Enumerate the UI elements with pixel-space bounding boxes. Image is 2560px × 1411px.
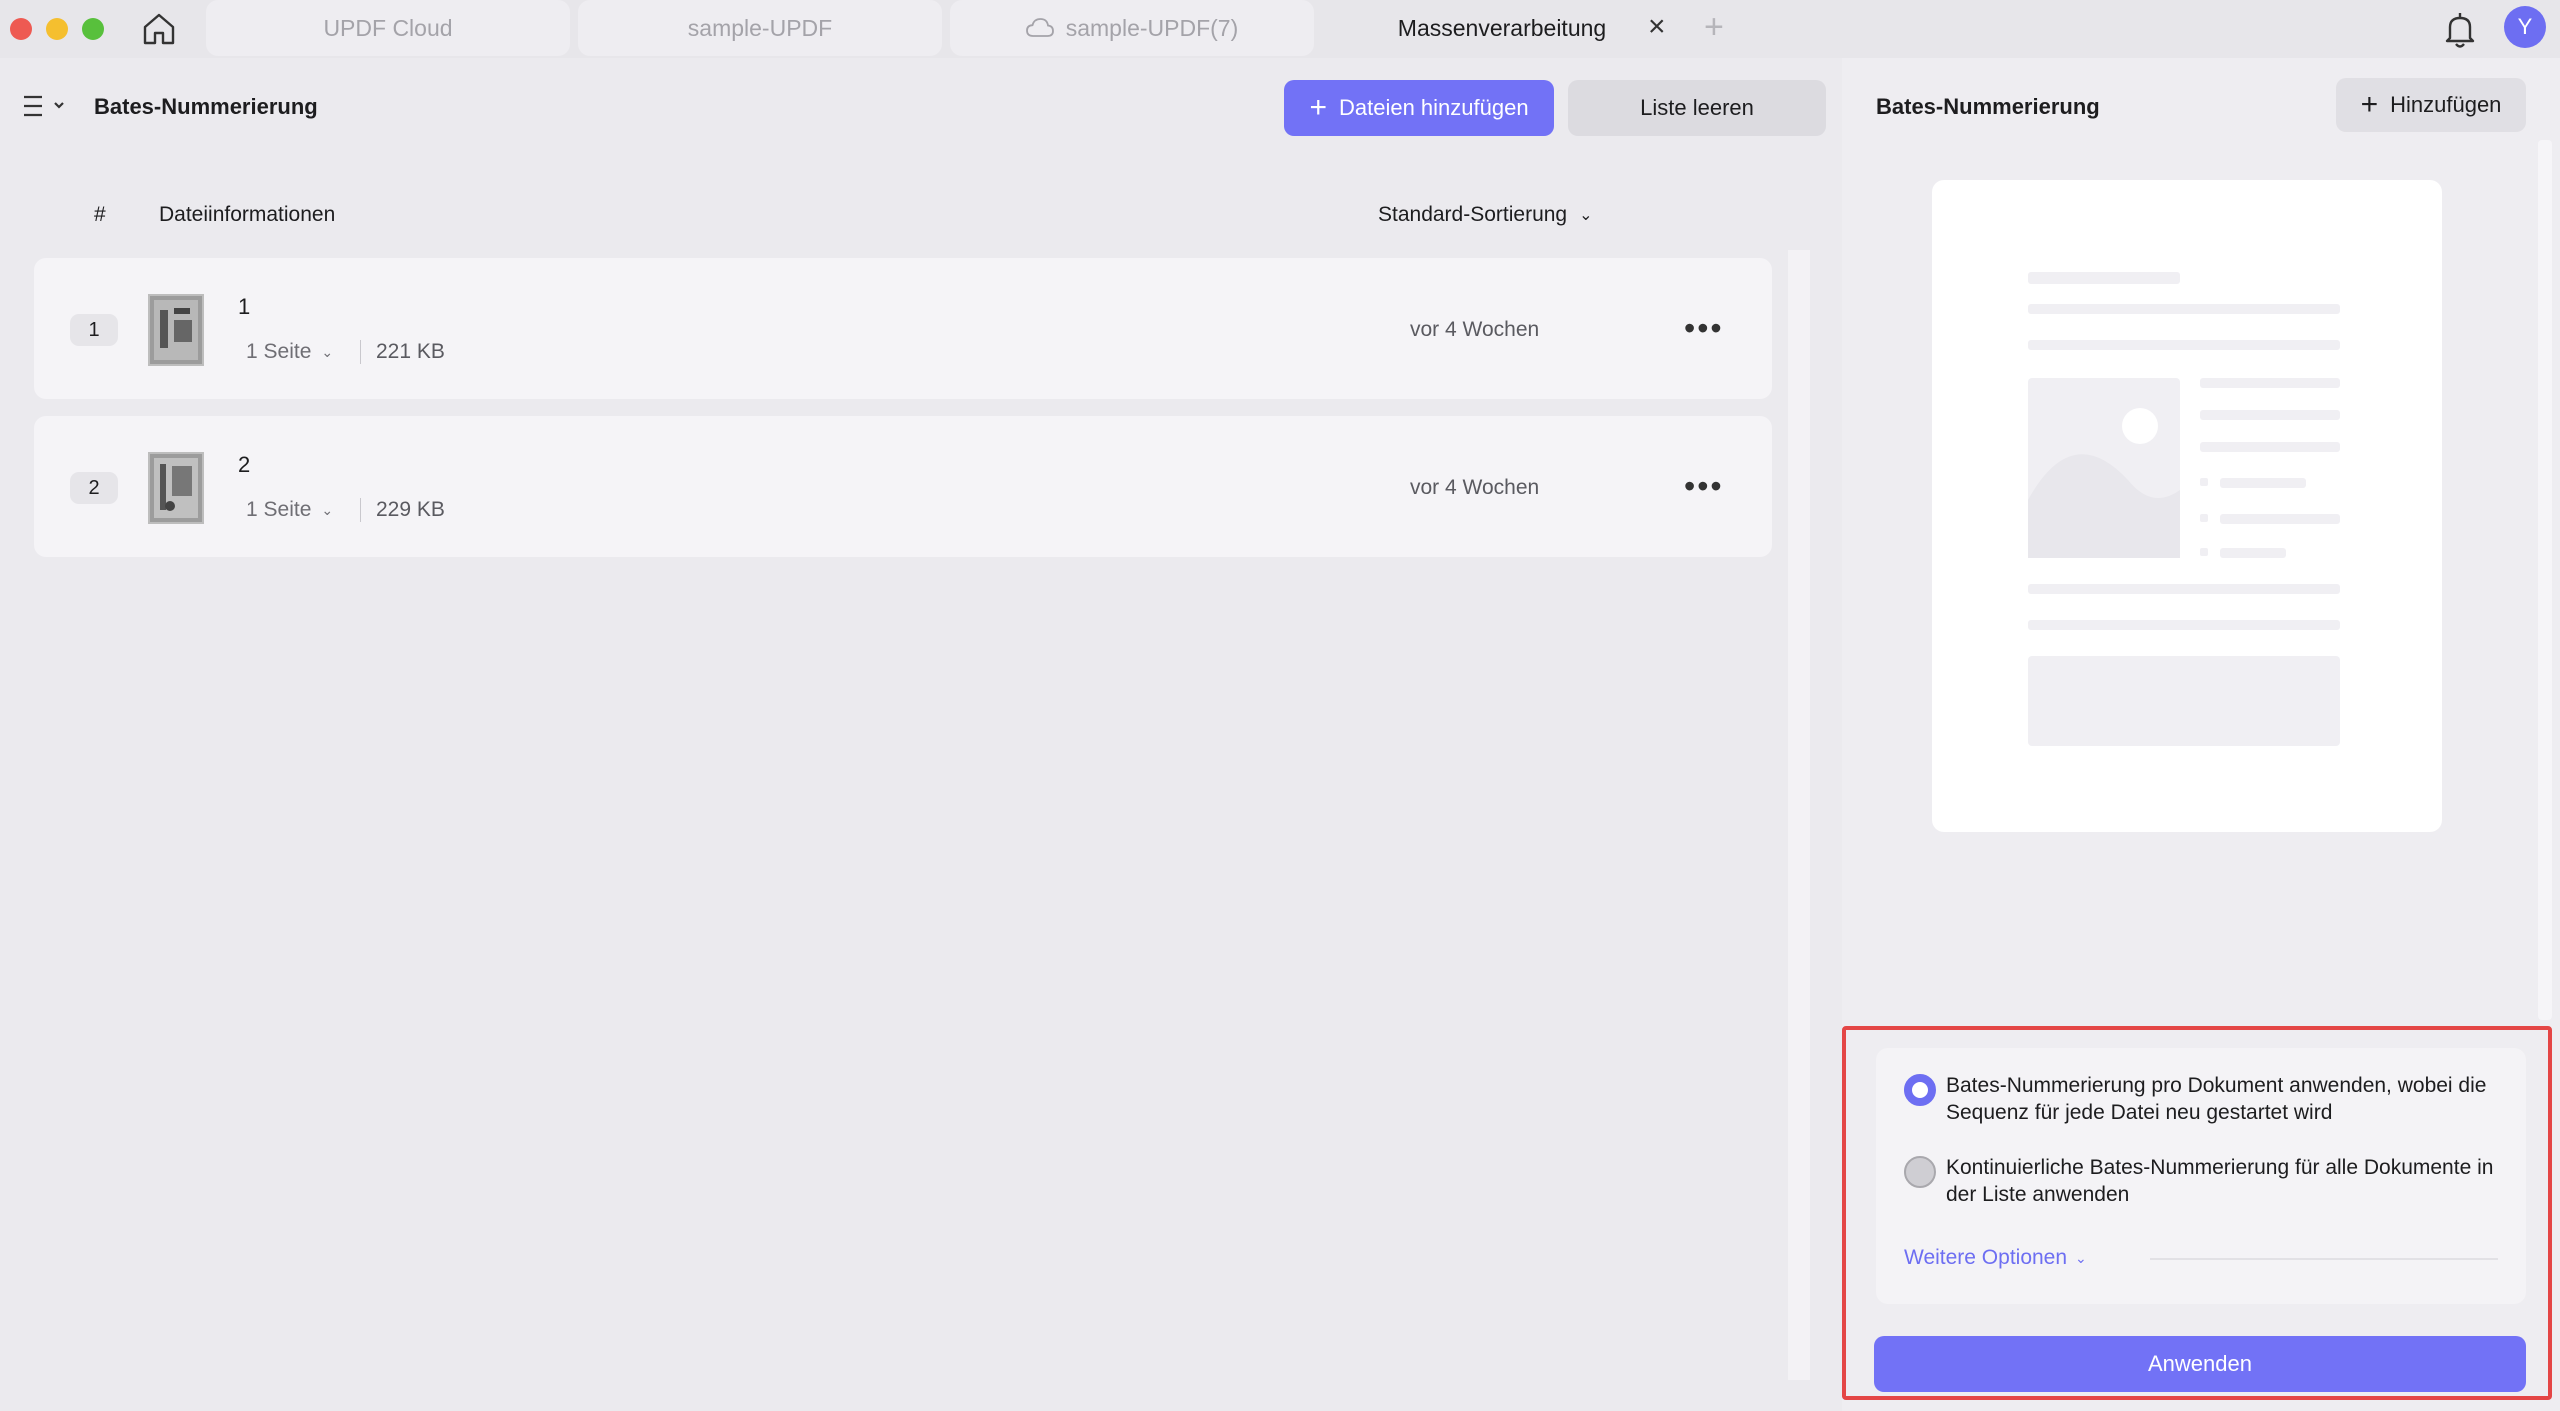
row-index: 1 <box>70 314 118 346</box>
divider <box>360 498 361 522</box>
column-header-file-info: Dateiinformationen <box>159 203 336 226</box>
menu-icon[interactable] <box>22 92 70 122</box>
file-name: 1 <box>238 294 251 319</box>
row-index: 2 <box>70 472 118 504</box>
page-count: 1 Seite <box>246 340 312 363</box>
page-title: Bates-Nummerierung <box>94 94 318 119</box>
tab-label: UPDF Cloud <box>323 14 453 41</box>
plus-icon: + <box>2360 88 2379 121</box>
clear-list-label: Liste leeren <box>1640 95 1754 120</box>
file-row[interactable]: 2 2 1 Seite ⌄ 229 KB vor 4 Wochen ••• <box>34 416 1772 557</box>
add-bates-button[interactable]: + Hinzufügen <box>2336 78 2526 132</box>
file-name: 2 <box>238 452 251 477</box>
column-header-index: # <box>94 203 106 226</box>
tab-sample-updf-7[interactable]: sample-UPDF(7) <box>950 0 1314 56</box>
title-bar: UPDF Cloud sample-UPDF sample-UPDF(7) Ma… <box>0 0 2560 58</box>
file-row[interactable]: 1 1 1 Seite ⌄ 221 KB vor 4 Wochen ••• <box>34 258 1772 399</box>
tab-label: Massenverarbeitung <box>1397 14 1607 41</box>
plus-icon: + <box>1309 91 1327 124</box>
more-icon[interactable]: ••• <box>1684 468 1724 505</box>
page-count-dropdown[interactable]: 1 Seite ⌄ <box>246 340 333 364</box>
chevron-down-icon: ⌄ <box>321 501 334 518</box>
divider <box>360 340 361 364</box>
add-files-label: Dateien hinzufügen <box>1338 95 1529 120</box>
sort-label: Standard-Sortierung <box>1378 203 1568 226</box>
chevron-down-icon: ⌄ <box>1579 207 1593 224</box>
tab-updf-cloud[interactable]: UPDF Cloud <box>206 0 570 56</box>
chevron-down-icon: ⌄ <box>321 343 334 360</box>
close-window-button[interactable] <box>10 18 32 40</box>
document-preview <box>1932 180 2442 832</box>
settings-scrollbar[interactable] <box>2538 140 2552 1020</box>
file-date: vor 4 Wochen <box>1410 318 1540 341</box>
home-icon[interactable] <box>140 10 178 48</box>
more-icon[interactable]: ••• <box>1684 310 1724 347</box>
minimize-window-button[interactable] <box>46 18 68 40</box>
file-thumbnail <box>148 452 204 524</box>
avatar[interactable]: Y <box>2504 6 2546 48</box>
tab-label: sample-UPDF <box>687 14 833 41</box>
page-count-dropdown[interactable]: 1 Seite ⌄ <box>246 498 333 522</box>
add-bates-label: Hinzufügen <box>2390 92 2502 117</box>
cloud-icon <box>1025 18 1054 37</box>
highlight-box <box>1842 1026 2552 1400</box>
document-placeholder-icon <box>2028 272 2340 746</box>
file-size: 221 KB <box>376 340 445 363</box>
add-files-button[interactable]: + Dateien hinzufügen <box>1284 80 1554 136</box>
maximize-window-button[interactable] <box>82 18 104 40</box>
page-count: 1 Seite <box>246 498 312 521</box>
file-size: 229 KB <box>376 498 445 521</box>
close-tab-icon[interactable]: × <box>1648 10 1666 44</box>
tab-massenverarbeitung[interactable]: Massenverarbeitung <box>1330 0 1674 56</box>
tab-sample-updf[interactable]: sample-UPDF <box>578 0 942 56</box>
file-thumbnail <box>148 294 204 366</box>
tab-label: sample-UPDF(7) <box>1065 14 1239 41</box>
sort-dropdown[interactable]: Standard-Sortierung ⌄ <box>1378 203 1593 227</box>
bell-icon[interactable] <box>2442 10 2478 50</box>
settings-title: Bates-Nummerierung <box>1876 94 2100 119</box>
file-list-scrollbar[interactable] <box>1788 250 1810 1380</box>
new-tab-icon[interactable]: + <box>1704 8 1724 47</box>
clear-list-button[interactable]: Liste leeren <box>1568 80 1826 136</box>
file-date: vor 4 Wochen <box>1410 476 1540 499</box>
